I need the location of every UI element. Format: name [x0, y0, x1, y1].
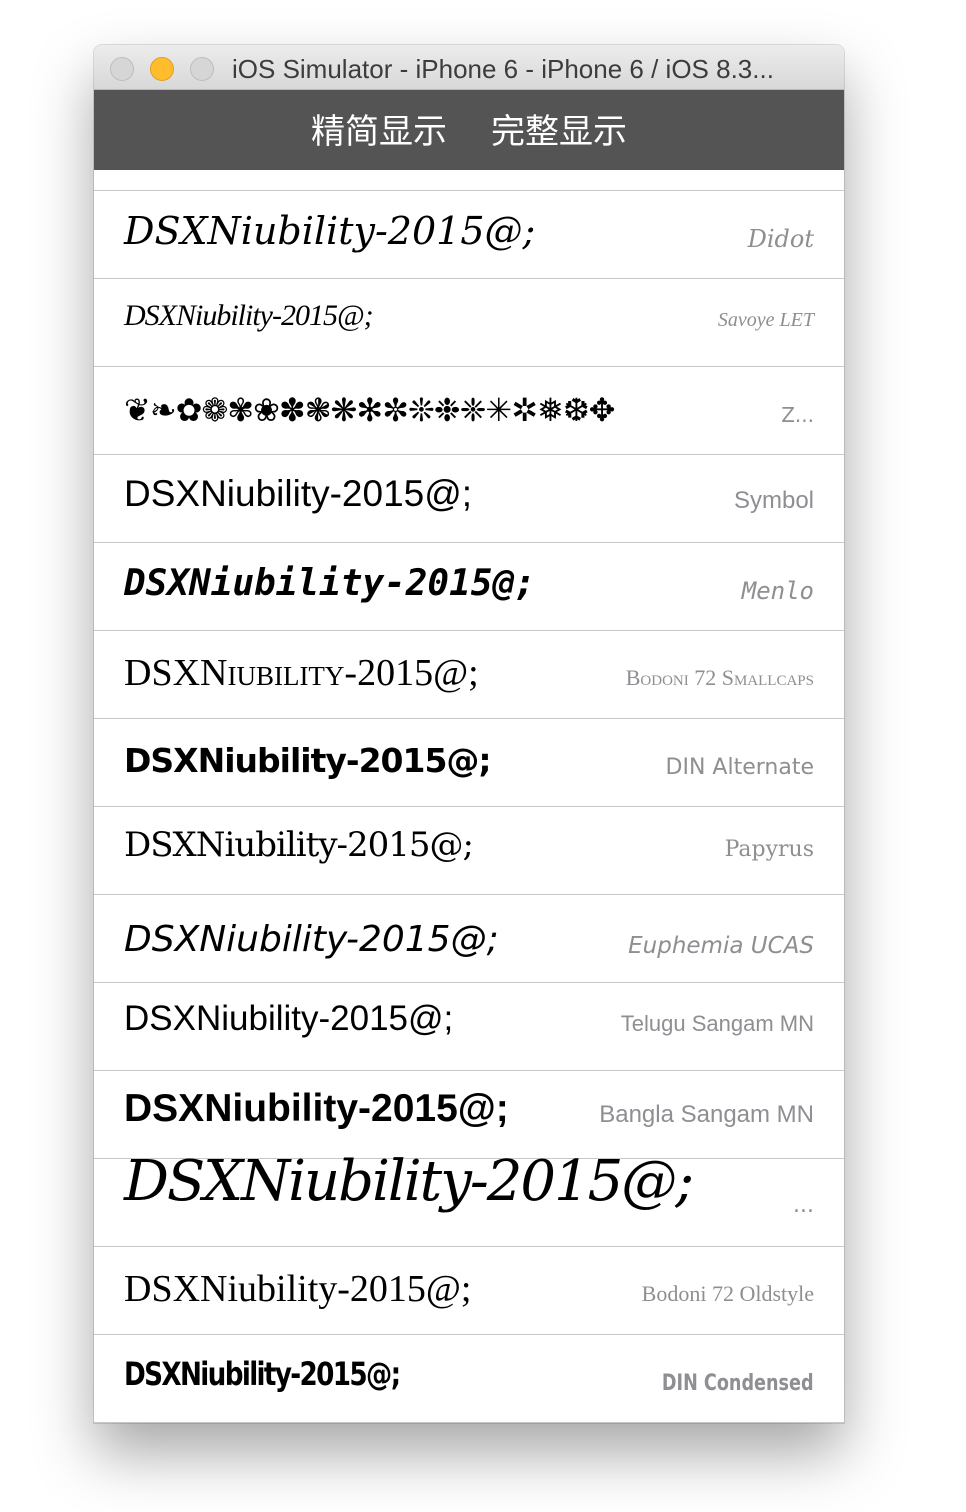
font-name-label: Savoye LET	[717, 309, 814, 331]
font-sample-dingbats: ❦❧✿❁✾❀✽❃❋✻✼❊❉❈✳✲❅❆✥	[124, 391, 615, 429]
font-row[interactable]: DSXNiubility-2015@; Bodoni 72 Smallcaps	[94, 631, 844, 719]
font-name-label: Bodoni 72 Oldstyle	[641, 1281, 814, 1306]
font-sample: DSXNiubility-2015@;	[124, 741, 492, 780]
font-name-label: Bodoni 72 Smallcaps	[625, 665, 814, 690]
font-sample: DSXNiubility-2015@;	[124, 652, 479, 694]
font-sample: DSXNiubility-2015@;	[124, 1087, 509, 1130]
font-row[interactable]: DSXNiubility-2015@; Bodoni 72 Oldstyle	[94, 1247, 844, 1335]
font-sample: DSXNiubility-2015@;	[124, 299, 374, 332]
navigation-bar: 精简显示 完整显示	[94, 90, 844, 170]
full-display-button[interactable]: 完整显示	[491, 104, 627, 157]
font-name-label: DIN Condensed	[662, 1371, 814, 1396]
font-name-label: Z...	[781, 403, 814, 427]
font-row[interactable]: DSXNiubility-2015@; Papyrus	[94, 807, 844, 895]
font-row[interactable]: DSXNiubility-2015@; Bangla Sangam MN	[94, 1071, 844, 1159]
font-name-label: Papyrus	[724, 837, 814, 862]
font-row[interactable]: DSXNiubility-2015@; Savoye LET	[94, 279, 844, 367]
font-sample: DSXNiubility-2015@;	[124, 473, 473, 514]
simulator-window: iOS Simulator - iPhone 6 - iPhone 6 / iO…	[94, 45, 844, 1423]
zoom-window-button[interactable]	[190, 57, 214, 81]
font-name-label: Didot	[747, 225, 814, 253]
font-row[interactable]: DSXNiubility-2015@; DIN Condensed	[94, 1335, 844, 1423]
font-name-label: DIN Alternate	[665, 755, 814, 780]
font-sample: DSXNiubility-2015@;	[124, 1355, 401, 1393]
font-name-label: Symbol	[733, 487, 814, 514]
font-row[interactable]: DSXNiubility-2015@; Didot	[94, 191, 844, 279]
font-name-label: Telugu Sangam MN	[620, 1011, 814, 1036]
font-row[interactable]: DSXNiubility-2015@; DIN Alternate	[94, 719, 844, 807]
font-row[interactable]: DSXNiubility-2015@; Telugu Sangam MN	[94, 983, 844, 1071]
font-sample: DSXNiubility-2015@;	[124, 1268, 472, 1310]
font-row-partial[interactable]	[94, 170, 844, 191]
font-row[interactable]: DSXNiubility-2015@; Symbol	[94, 455, 844, 543]
font-row[interactable]: DSXNiubility-2015@; Menlo	[94, 543, 844, 631]
font-sample: DSXNiubility-2015@;	[124, 825, 474, 865]
font-list[interactable]: DSXNiubility-2015@; Didot DSXNiubility-2…	[94, 170, 844, 1423]
window-titlebar[interactable]: iOS Simulator - iPhone 6 - iPhone 6 / iO…	[94, 45, 844, 90]
font-sample: DSXNiubility-2015@;	[124, 209, 536, 253]
font-name-label: Menlo	[741, 577, 814, 605]
font-sample: DSXNiubility-2015@;	[124, 563, 536, 604]
font-name-label: Bangla Sangam MN	[599, 1101, 814, 1128]
close-window-button[interactable]	[110, 57, 134, 81]
font-name-label: ...	[793, 1193, 814, 1218]
font-row[interactable]: DSXNiubility-2015@; Euphemia UCAS	[94, 895, 844, 983]
font-row[interactable]: DSXNiubility-2015@; ...	[94, 1149, 844, 1247]
font-sample: DSXNiubility-2015@;	[124, 1149, 694, 1214]
simple-display-button[interactable]: 精简显示	[311, 104, 447, 157]
font-sample: DSXNiubility-2015@;	[124, 999, 454, 1038]
minimize-window-button[interactable]	[150, 57, 174, 81]
font-row[interactable]: ❦❧✿❁✾❀✽❃❋✻✼❊❉❈✳✲❅❆✥ Z...	[94, 367, 844, 455]
font-sample: DSXNiubility-2015@;	[124, 919, 499, 960]
window-title: iOS Simulator - iPhone 6 - iPhone 6 / iO…	[232, 54, 774, 84]
font-name-label: Euphemia UCAS	[628, 933, 814, 959]
